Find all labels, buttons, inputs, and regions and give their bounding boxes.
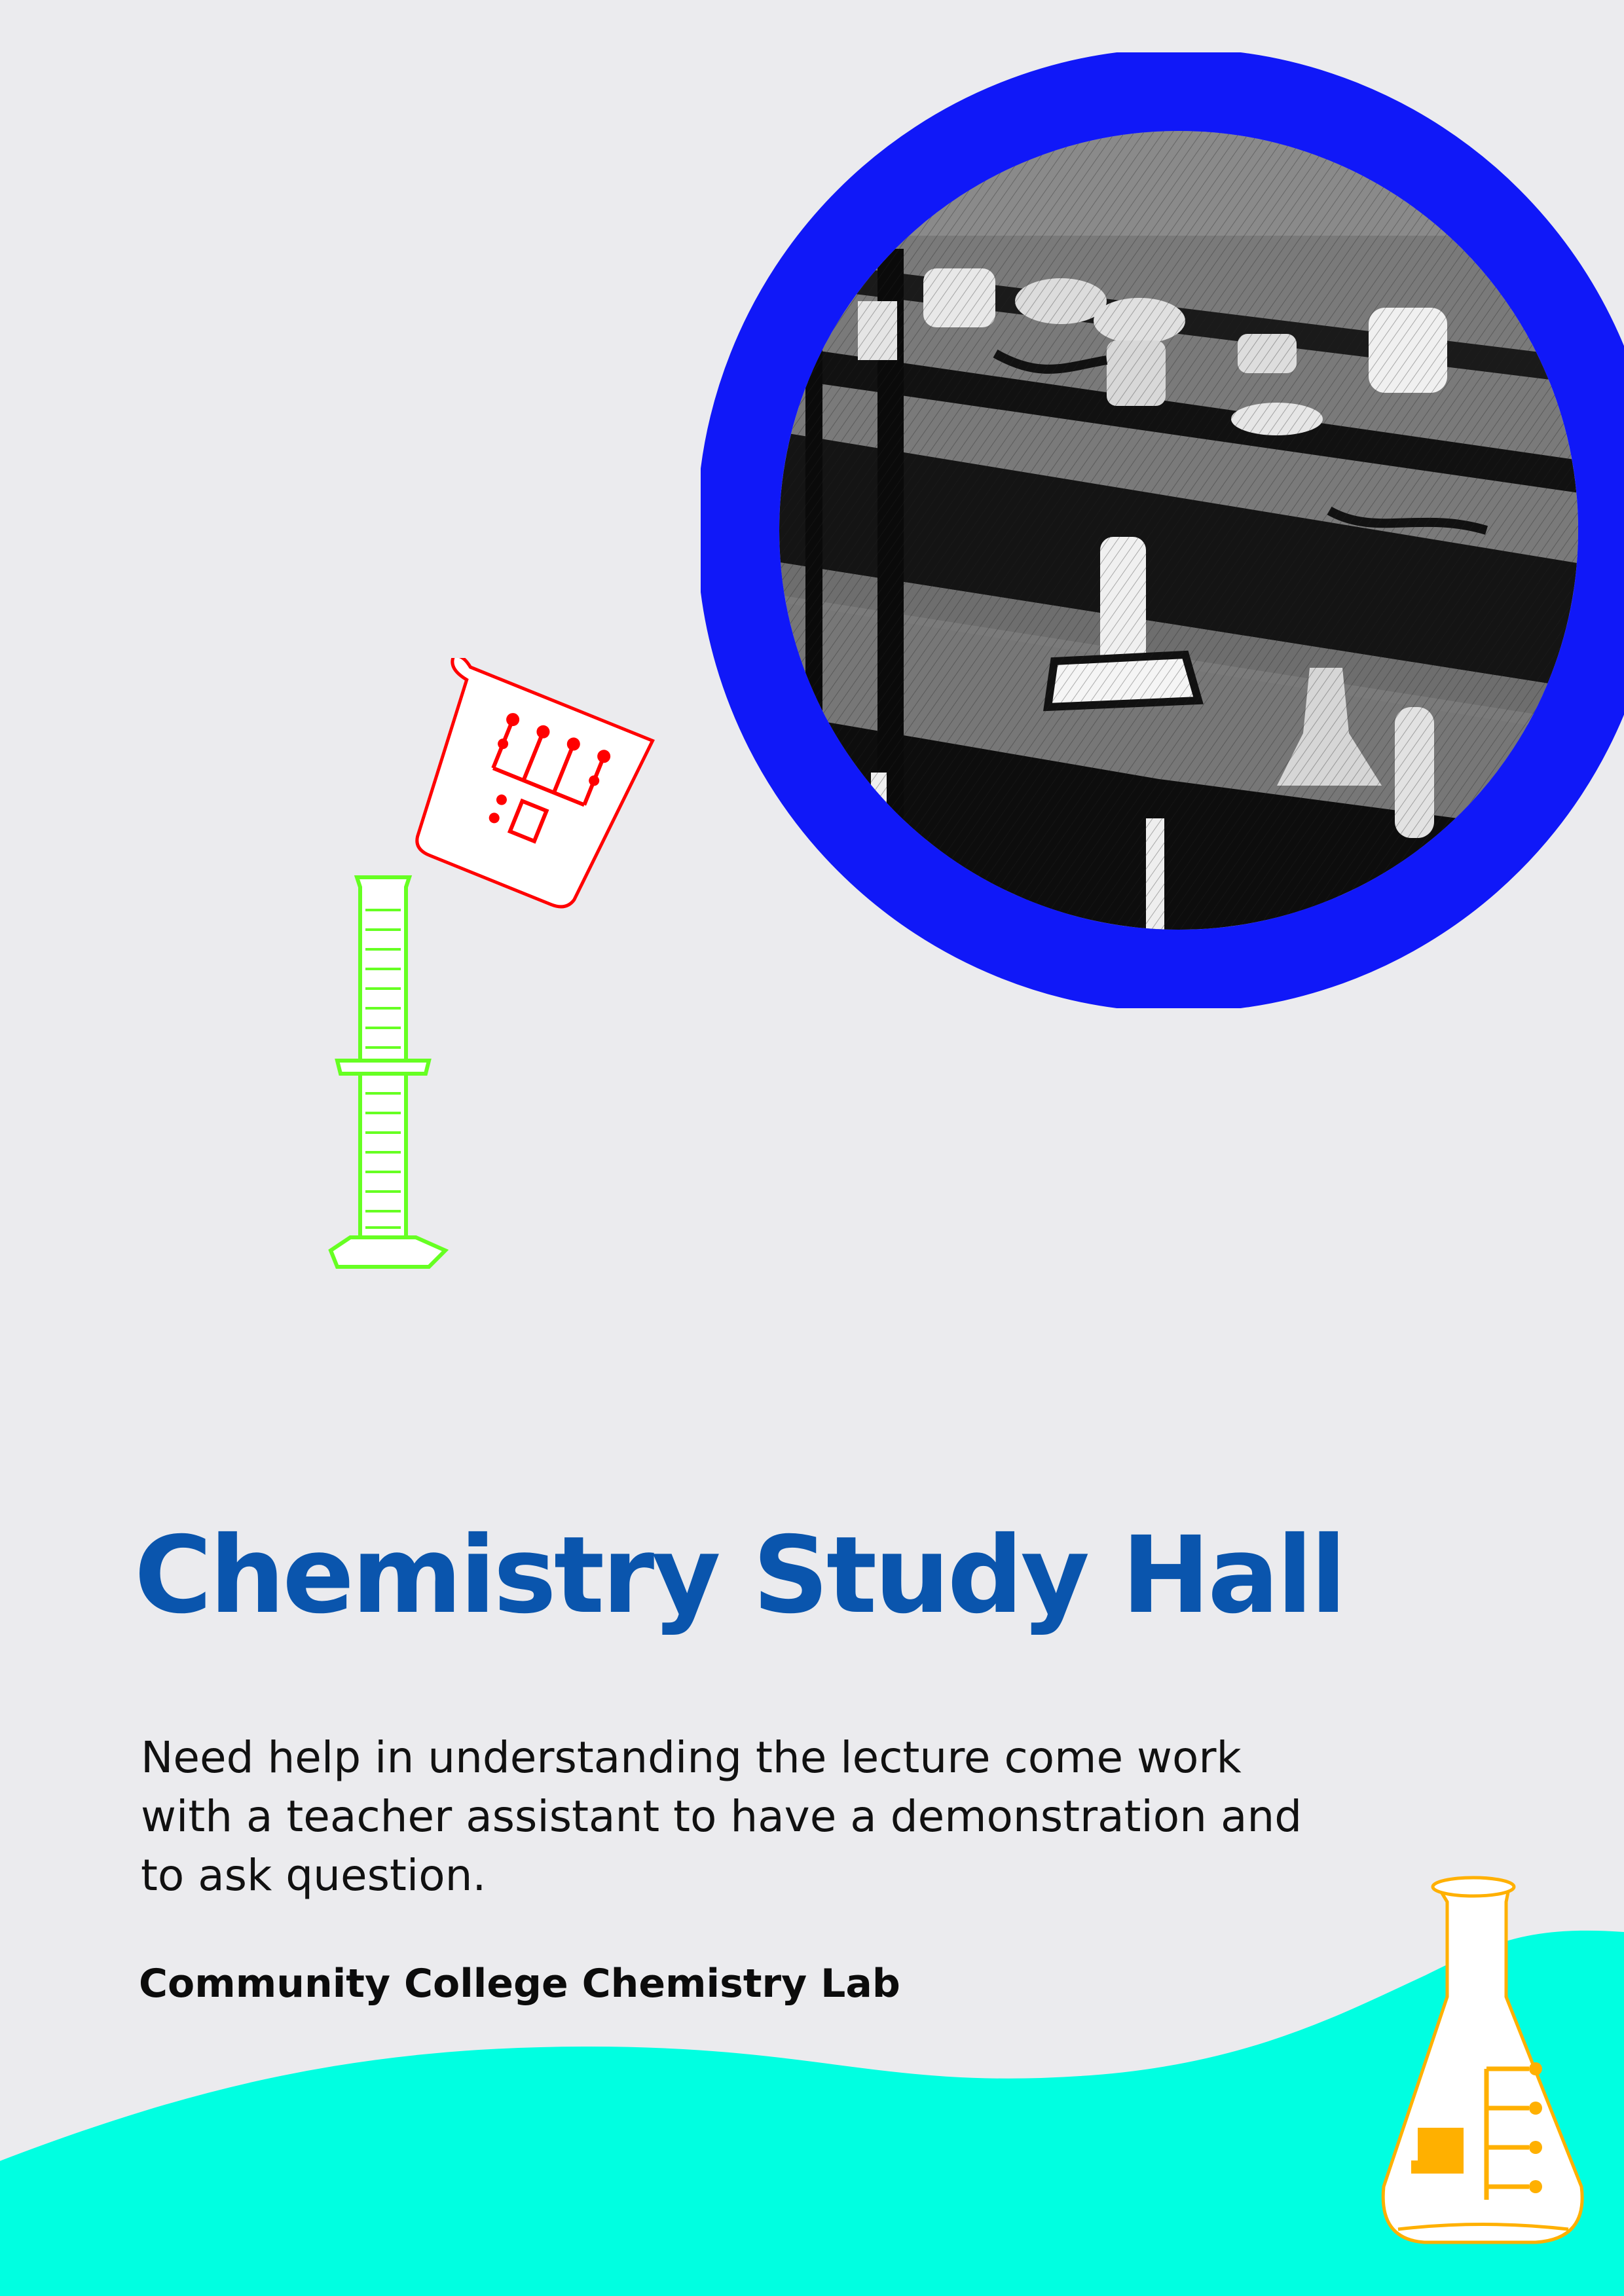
erlenmeyer-flask-icon [1381,1876,1584,2244]
poster: Chemistry Study Hall Need help in unders… [0,0,1624,2296]
graduated-cylinder-icon [328,875,449,1269]
poster-description: Need help in understanding the lecture c… [141,1732,1302,1901]
poster-title: Chemistry Study Hall [134,1514,1347,1637]
organization-name: Community College Chemistry Lab [139,1961,900,2007]
lab-shelves-photo [701,52,1624,1008]
